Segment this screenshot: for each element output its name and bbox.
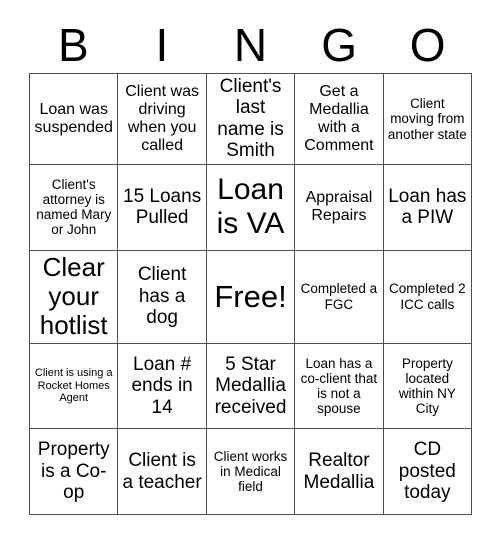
bingo-cell-label: Loan # ends in 14 [131,353,193,418]
bingo-cell-free-space[interactable]: Free! [206,250,296,344]
bingo-header-letter-i: I [155,18,169,71]
bingo-cell-label: Client works in Medical field [213,448,288,495]
bingo-cell-label: Realtor Medallia [303,450,375,493]
bingo-cell[interactable]: Get a Medallia with a Comment [295,74,384,165]
bingo-cell-label: 5 Star Medallia received [214,353,287,418]
bingo-cell[interactable]: Loan # ends in 14 [118,343,207,430]
bingo-cell[interactable]: Client was driving when you called [118,74,207,165]
bingo-row: Client's attorney is named Mary or John … [30,164,473,251]
bingo-cell[interactable]: Client moving from another state [383,74,473,165]
bingo-header-letter-o: O [409,18,446,71]
bingo-cell[interactable]: Client has a dog [118,250,207,344]
bingo-cell[interactable]: Completed 2 ICC calls [383,250,473,344]
bingo-header-letters: B I N G O [29,16,472,73]
bingo-cell-label: Property located within NY City [398,355,456,417]
bingo-cell[interactable]: Completed a FGC [295,250,384,344]
bingo-cell[interactable]: 5 Star Medallia received [206,343,296,430]
bingo-cell-label: Get a Medallia with a Comment [304,82,374,155]
bingo-cell[interactable]: Appraisal Repairs [295,164,384,251]
bingo-card: B I N G O Loan was suspended Client was … [0,0,500,544]
bingo-cell-label: Client moving from another state [387,96,467,142]
bingo-cell[interactable]: Loan was suspended [30,74,119,165]
bingo-row: Loan was suspended Client was driving wh… [30,74,473,165]
bingo-row: Client is using a Rocket Homes Agent Loa… [30,343,473,430]
bingo-cell[interactable]: Loan has a co-client that is not a spous… [295,343,384,430]
bingo-cell[interactable]: Property located within NY City [383,343,473,430]
bingo-cell-label: Completed 2 ICC calls [389,281,466,312]
bingo-header-letter-n: N [233,18,268,71]
bingo-cell-label: Client's attorney is named Mary or John [36,176,112,238]
bingo-cell-label: Free! [214,279,287,315]
bingo-cell[interactable]: 15 Loans Pulled [118,164,207,251]
bingo-cell[interactable]: Clear your hotlist [30,250,119,344]
bingo-cell-label: Loan is VA [216,173,285,241]
bingo-cell[interactable]: Client works in Medical field [206,429,296,516]
bingo-cell[interactable]: Property is a Co-op [30,429,119,516]
bingo-cell-label: 15 Loans Pulled [123,185,202,229]
bingo-cell[interactable]: Realtor Medallia [295,429,384,516]
bingo-header-letter-g: G [321,18,357,71]
bingo-row: Clear your hotlist Client has a dog Free… [30,250,473,344]
bingo-cell-label: Client was driving when you called [125,82,200,155]
bingo-cell-label: Completed a FGC [300,281,378,312]
bingo-cell[interactable]: Loan is VA [206,164,296,251]
bingo-cell[interactable]: Client's attorney is named Mary or John [30,164,119,251]
bingo-cell-label: Property is a Co-op [37,439,110,504]
bingo-cell[interactable]: Client is a teacher [118,429,207,516]
bingo-cell[interactable]: Client's last name is Smith [206,74,296,165]
bingo-cell-label: CD posted today [398,439,456,504]
bingo-cell-label: Appraisal Repairs [305,189,373,225]
bingo-cell-label: Clear your hotlist [39,251,108,341]
bingo-row: Property is a Co-op Client is a teacher … [30,429,473,516]
bingo-cell-label: Client's last name is Smith [217,76,284,162]
bingo-cell-label: Loan has a co-client that is not a spous… [300,355,378,417]
bingo-cell-label: Client is using a Rocket Homes Agent [34,367,113,405]
bingo-grid: Loan was suspended Client was driving wh… [29,73,473,516]
bingo-cell[interactable]: Loan has a PIW [383,164,473,251]
bingo-cell-label: Client has a dog [137,264,187,329]
bingo-cell-label: Loan has a PIW [388,185,467,229]
bingo-cell[interactable]: CD posted today [383,429,473,516]
bingo-header-letter-b: B [57,18,89,71]
bingo-cell-label: Client is a teacher [122,450,202,493]
bingo-cell[interactable]: Client is using a Rocket Homes Agent [30,343,119,430]
bingo-cell-label: Loan was suspended [34,100,113,136]
